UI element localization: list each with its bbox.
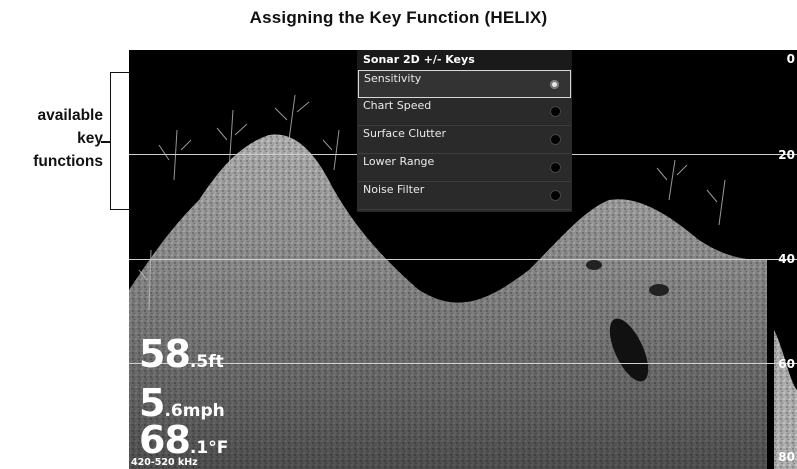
callout-line-3: functions	[33, 153, 103, 170]
depth-label-80: 80	[778, 450, 795, 464]
depth-label-60: 60	[778, 357, 795, 371]
menu-item-surface-clutter[interactable]: Surface Clutter	[358, 126, 571, 154]
depth-value: 58	[139, 332, 191, 376]
menu-item-label: Surface Clutter	[363, 127, 447, 140]
menu-item-noise-filter[interactable]: Noise Filter	[358, 182, 571, 210]
temp-value: 68	[139, 418, 191, 462]
depth-gridline	[129, 259, 797, 260]
menu-item-sensitivity[interactable]: Sensitivity	[358, 70, 571, 98]
depth-readout: 58.5ft	[139, 332, 224, 376]
depth-label-20: 20	[778, 148, 795, 162]
depth-gridline	[129, 363, 797, 364]
depth-label-0: 0	[786, 52, 795, 66]
frequency-label: 420-520 kHz	[131, 457, 198, 468]
menu-item-lower-range[interactable]: Lower Range	[358, 154, 571, 182]
radio-icon[interactable]	[551, 135, 560, 144]
depth-decimal: .5	[189, 352, 209, 372]
temp-decimal: .1	[189, 438, 209, 458]
menu-item-chart-speed[interactable]: Chart Speed	[358, 98, 571, 126]
temp-readout: 68.1°F	[139, 418, 228, 462]
menu-item-label: Noise Filter	[363, 183, 425, 196]
radio-icon[interactable]	[551, 163, 560, 172]
radio-icon[interactable]	[551, 191, 560, 200]
sonar-view[interactable]: 0 20 40 60 80 58.5ft 5.6mph 68.1°F 420-5…	[129, 50, 797, 469]
callout-line-1: available	[37, 107, 104, 124]
menu-title: Sonar 2D +/- Keys	[357, 50, 572, 70]
page-title: Assigning the Key Function (HELIX)	[249, 8, 548, 27]
menu-item-label: Sensitivity	[364, 72, 422, 85]
menu-item-label: Chart Speed	[363, 99, 432, 112]
callout-line-2: key	[77, 130, 103, 147]
radio-selected-icon[interactable]	[550, 80, 559, 89]
callout-label: available key functions	[0, 104, 103, 173]
keys-menu: Sonar 2D +/- Keys Sensitivity Chart Spee…	[357, 50, 572, 212]
menu-item-label: Lower Range	[363, 155, 435, 168]
depth-label-40: 40	[778, 252, 795, 266]
temp-unit: °F	[208, 438, 229, 458]
radio-icon[interactable]	[551, 107, 560, 116]
depth-unit: ft	[208, 352, 224, 372]
